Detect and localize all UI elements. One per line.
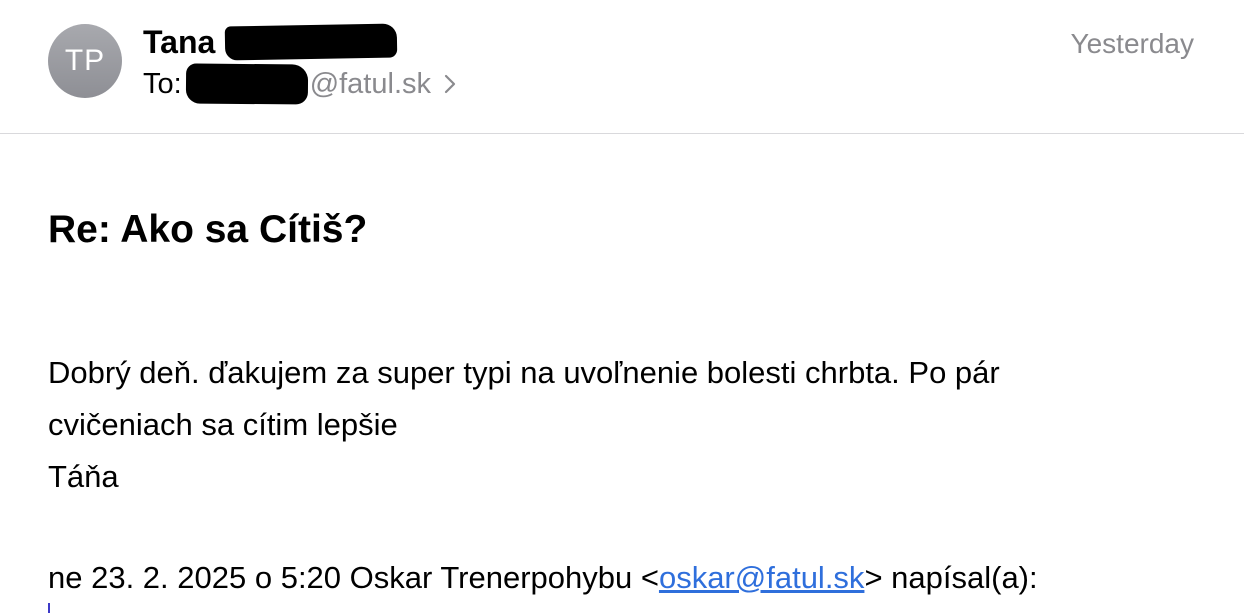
recipient-row[interactable]: To: @fatul.sk: [143, 63, 457, 105]
avatar-initials: TP: [64, 44, 106, 77]
quote-suffix: > napísal(a):: [864, 560, 1038, 595]
redacted-sender-surname: [225, 23, 398, 61]
quote-prefix: ne 23. 2. 2025 o 5:20 Oskar Trenerpohybu…: [48, 560, 659, 595]
recipient-domain[interactable]: @fatul.sk: [310, 68, 431, 101]
message-body: Dobrý deň. ďakujem za super typi na uvoľ…: [48, 347, 1198, 503]
redacted-recipient-name: [185, 63, 308, 105]
message-date: Yesterday: [1070, 28, 1195, 59]
sender-avatar[interactable]: TP: [48, 24, 122, 98]
body-line: Dobrý deň. ďakujem za super typi na uvoľ…: [48, 355, 1000, 390]
body-line: cvičeniach sa cítim lepšie: [48, 407, 398, 442]
to-label: To:: [143, 67, 182, 100]
chevron-right-icon[interactable]: [443, 73, 457, 95]
quote-bar: [48, 603, 50, 613]
sender-name[interactable]: Tana: [143, 24, 215, 61]
sender-row[interactable]: Tana: [143, 22, 398, 62]
signature: Táňa: [48, 459, 119, 494]
quoted-sender-email-link[interactable]: oskar@fatul.sk: [659, 560, 864, 595]
message-header: TP Tana To: @fatul.sk Yesterday: [0, 0, 1244, 134]
quote-attribution: ne 23. 2. 2025 o 5:20 Oskar Trenerpohybu…: [48, 555, 1038, 601]
message-subject: Re: Ako sa Cítiš?: [48, 208, 368, 251]
